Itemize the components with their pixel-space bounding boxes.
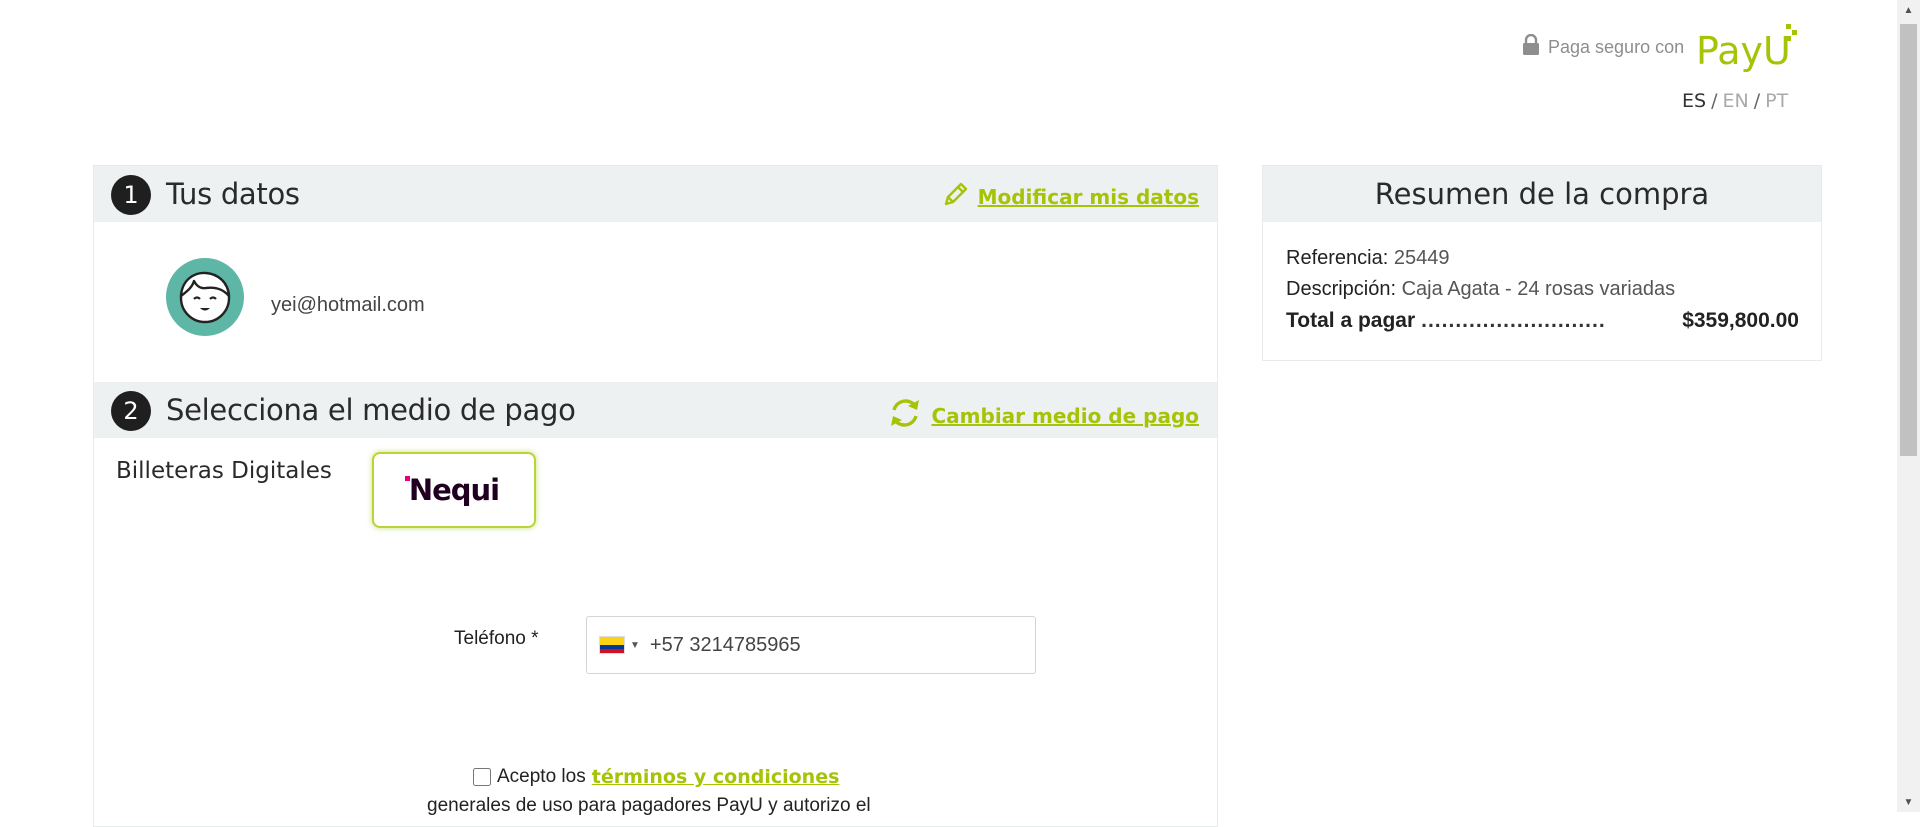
summary-title: Resumen de la compra <box>1374 177 1710 211</box>
lock-icon <box>1522 33 1540 61</box>
scroll-up-arrow-icon[interactable]: ▲ <box>1897 0 1920 20</box>
description-row: Descripción: Caja Agata - 24 rosas varia… <box>1286 278 1675 301</box>
country-dropdown-caret-icon[interactable]: ▼ <box>630 640 640 651</box>
reference-row: Referencia: 25449 <box>1286 247 1449 270</box>
edit-data-label: Modificar mis datos <box>977 184 1199 209</box>
payu-logo: PayU <box>1696 24 1800 79</box>
total-row: Total a pagar ..........................… <box>1286 309 1799 333</box>
step-number-1: 1 <box>111 175 151 215</box>
terms-text-line2: generales de uso para pagadores PayU y a… <box>427 795 871 816</box>
description-label: Descripción: <box>1286 278 1397 300</box>
change-payment-method-link[interactable]: Cambiar medio de pago <box>886 396 1200 435</box>
secure-payment-label: Paga seguro con <box>1522 33 1685 61</box>
digital-wallets-label: Billeteras Digitales <box>116 458 332 484</box>
lang-pt[interactable]: PT <box>1765 90 1788 112</box>
language-selector: ES / EN / PT <box>1682 90 1789 112</box>
section-header-your-data: 1 Tus datos Modificar mis datos <box>94 166 1217 222</box>
purchase-summary-panel: Resumen de la compra Referencia: 25449 D… <box>1262 165 1822 361</box>
reference-value: 25449 <box>1393 247 1450 269</box>
colombia-flag-icon[interactable] <box>599 636 625 654</box>
summary-header: Resumen de la compra <box>1263 166 1821 222</box>
phone-input[interactable] <box>647 632 1012 658</box>
total-label: Total a pagar <box>1286 309 1416 332</box>
terms-checkbox[interactable] <box>473 768 491 786</box>
avatar-icon <box>166 258 244 336</box>
secure-text: Paga seguro con <box>1548 37 1685 57</box>
terms-row: Acepto los términos y condiciones <box>473 766 839 788</box>
phone-field: ▼ <box>586 616 1036 674</box>
edit-data-link[interactable]: Modificar mis datos <box>942 180 1199 213</box>
section-title-payment-method: Selecciona el medio de pago <box>166 393 576 427</box>
description-value: Caja Agata - 24 rosas variadas <box>1401 278 1676 300</box>
payu-logo-text: PayU <box>1696 29 1791 73</box>
section-header-payment-method: 2 Selecciona el medio de pago Cambiar me… <box>94 382 1217 438</box>
total-amount: $359,800.00 <box>1682 309 1799 332</box>
scroll-thumb[interactable] <box>1900 24 1917 456</box>
nequi-payment-option[interactable]: Nequi <box>372 452 536 528</box>
total-leader-dots: ........................... <box>1421 309 1606 332</box>
page-scrollbar[interactable]: ▲ ▼ <box>1897 0 1920 812</box>
reference-label: Referencia: <box>1286 247 1389 269</box>
nequi-logo-text: Nequi <box>408 473 500 507</box>
terms-link[interactable]: términos y condiciones <box>592 766 840 788</box>
phone-label: Teléfono * <box>454 628 539 649</box>
checkout-panel: 1 Tus datos Modificar mis datos yei@hotm… <box>93 165 1218 827</box>
change-payment-label: Cambiar medio de pago <box>931 403 1200 428</box>
step-number-2: 2 <box>111 391 151 431</box>
nequi-logo-dot <box>404 476 410 481</box>
pencil-icon <box>942 180 970 213</box>
lang-es[interactable]: ES <box>1682 90 1706 112</box>
section-title-your-data: Tus datos <box>166 177 300 211</box>
refresh-icon <box>886 396 924 435</box>
nequi-logo: Nequi <box>404 473 500 507</box>
scroll-down-arrow-icon[interactable]: ▼ <box>1897 792 1920 812</box>
user-email: yei@hotmail.com <box>271 294 425 316</box>
lang-en[interactable]: EN <box>1722 90 1748 112</box>
terms-prefix: Acepto los <box>497 766 586 787</box>
